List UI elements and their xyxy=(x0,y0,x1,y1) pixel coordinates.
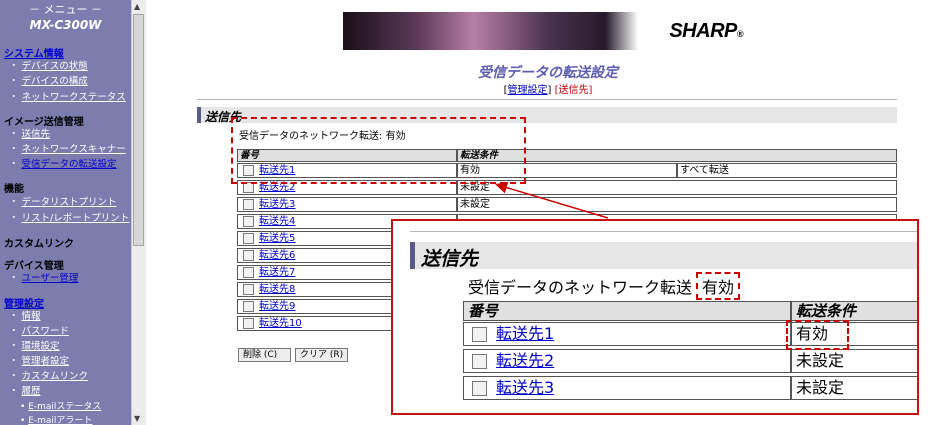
zoom-row-checkbox[interactable] xyxy=(472,327,487,342)
zoom-table-row: 転送先3 xyxy=(463,376,791,400)
zoom-table-row: 転送先2 xyxy=(463,349,791,373)
zoom-section-title: 送信先 xyxy=(421,248,479,270)
zoom-col-header-condition: 転送条件 xyxy=(791,301,917,321)
zoom-condition-cell: 未設定 xyxy=(791,349,917,373)
zoom-destination-link[interactable]: 転送先2 xyxy=(496,351,554,370)
zoom-callout-panel: 送信先 受信データのネットワーク転送 有効 番号 転送条件 転送先1 有効 転送先… xyxy=(391,219,919,415)
zoom-section-marker xyxy=(410,242,415,269)
zoom-row-checkbox[interactable] xyxy=(472,354,487,369)
zoom-destination-link[interactable]: 転送先3 xyxy=(496,378,554,397)
zoom-destination-link[interactable]: 転送先1 xyxy=(496,324,554,343)
zoom-network-forward-status: 受信データのネットワーク転送 有効 xyxy=(468,272,741,300)
zoom-condition-cell: 未設定 xyxy=(791,376,917,400)
zoom-divider xyxy=(410,231,917,232)
zoom-network-label: 受信データのネットワーク転送 xyxy=(468,278,693,297)
zoom-col-header-number: 番号 xyxy=(463,301,791,321)
zoom-highlight-dashed-box xyxy=(786,320,849,350)
zoom-table-row: 転送先1 xyxy=(463,322,791,346)
zoom-table: 番号 転送条件 転送先1 有効 転送先2 未設定 転送先3 未設定 xyxy=(463,301,917,413)
zoom-row-checkbox[interactable] xyxy=(472,381,487,396)
arrow-line xyxy=(495,181,609,219)
zoom-network-value: 有効 xyxy=(696,272,741,300)
zoom-section-header: 送信先 xyxy=(410,242,917,270)
